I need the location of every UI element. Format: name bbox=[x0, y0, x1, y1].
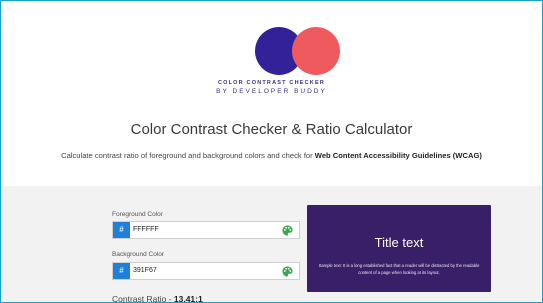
background-label: Background Color bbox=[112, 251, 165, 258]
subtitle-text: Calculate contrast ratio of foreground a… bbox=[61, 151, 315, 160]
hash-prefix: # bbox=[113, 222, 130, 238]
logo-title: COLOR CONTRAST CHECKER bbox=[217, 80, 326, 86]
palette-icon[interactable] bbox=[282, 225, 293, 236]
foreground-field: # bbox=[112, 221, 300, 239]
background-field: # bbox=[112, 262, 300, 280]
palette-icon[interactable] bbox=[282, 266, 293, 277]
page-subtitle: Calculate contrast ratio of foreground a… bbox=[1, 151, 542, 160]
page-frame: COLOR CONTRAST CHECKER BY DEVELOPER BUDD… bbox=[0, 0, 543, 303]
subtitle-wcag: Web Content Accessibility Guidelines (WC… bbox=[314, 151, 482, 160]
hash-prefix: # bbox=[113, 263, 130, 279]
contrast-ratio-value: 13.41:1 bbox=[173, 294, 203, 303]
contrast-ratio: Contrast Ratio - 13.41:1 bbox=[112, 294, 203, 303]
background-color-input[interactable] bbox=[133, 263, 273, 279]
site-logo[interactable]: COLOR CONTRAST CHECKER BY DEVELOPER BUDD… bbox=[1, 1, 542, 111]
preview-title: Title text bbox=[374, 235, 424, 250]
preview-box: Title text Sample text: It is a long est… bbox=[307, 205, 491, 292]
preview-sample-text: Sample text: It is a long established fa… bbox=[318, 263, 480, 275]
foreground-color-input[interactable] bbox=[133, 222, 273, 238]
page-title: Color Contrast Checker & Ratio Calculato… bbox=[130, 121, 413, 138]
logo-circles-icon bbox=[255, 27, 340, 75]
contrast-ratio-label: Contrast Ratio - bbox=[112, 294, 174, 303]
foreground-label: Foreground Color bbox=[112, 211, 163, 218]
logo-byline: BY DEVELOPER BUDDY bbox=[216, 88, 327, 95]
